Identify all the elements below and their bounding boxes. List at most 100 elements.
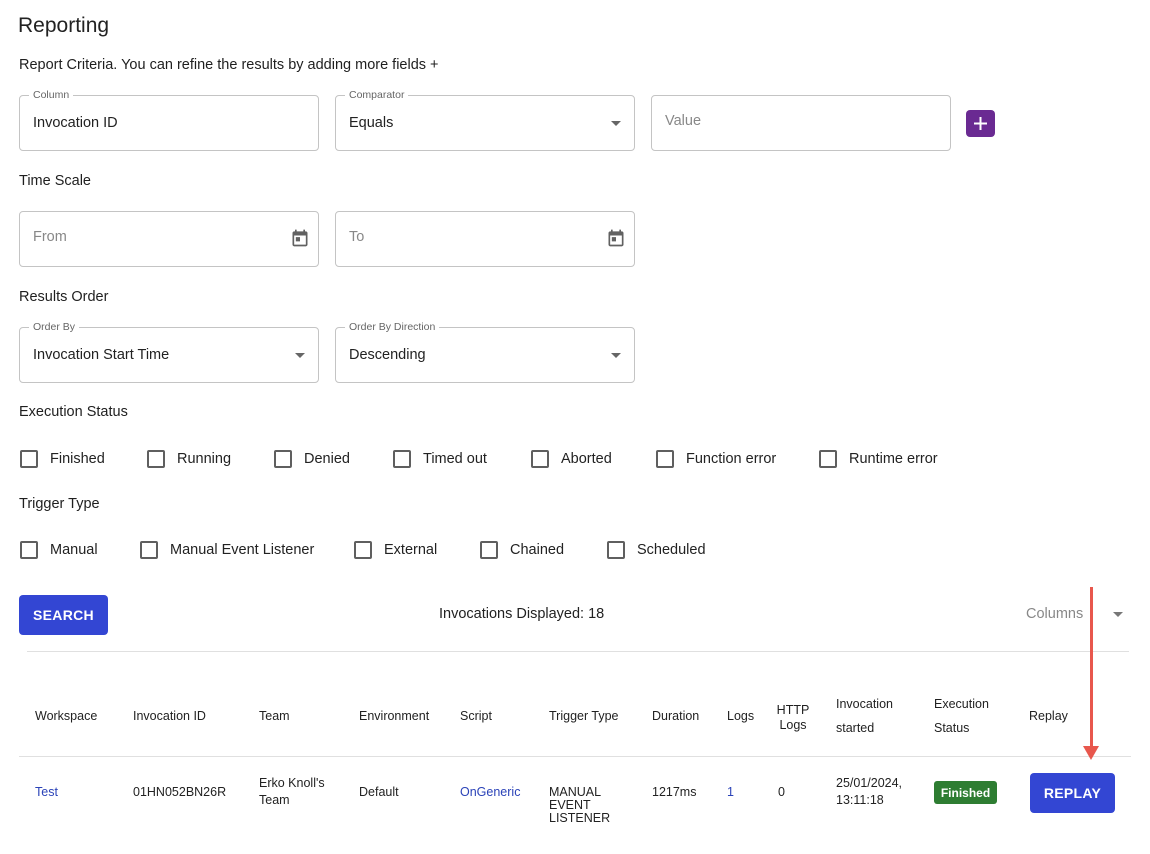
- column-select[interactable]: Column Invocation ID: [19, 89, 319, 151]
- calendar-icon[interactable]: [290, 228, 310, 248]
- chevron-down-icon: [611, 121, 621, 126]
- header-invocation-started-line2: started: [836, 721, 875, 735]
- replay-button[interactable]: REPLAY: [1030, 773, 1115, 813]
- checkbox-box[interactable]: [531, 450, 549, 468]
- header-execution-status-line1: Execution: [934, 697, 989, 711]
- header-execution-status: Execution Status: [934, 692, 989, 740]
- status-checkbox-aborted[interactable]: Aborted: [531, 450, 612, 468]
- trigger-checkbox-external[interactable]: External: [354, 541, 437, 559]
- cell-team: Erko Knoll's Team: [259, 777, 325, 807]
- column-label: Column: [29, 89, 74, 101]
- checkbox-box[interactable]: [354, 541, 372, 559]
- execution-status-heading: Execution Status: [19, 404, 128, 420]
- column-value: Invocation ID: [33, 115, 118, 131]
- header-invocation-started: Invocation started: [836, 692, 893, 740]
- checkbox-label: External: [384, 542, 438, 558]
- cell-trigger-type: MANUAL EVENT LISTENER: [549, 786, 610, 825]
- checkbox-box[interactable]: [147, 450, 165, 468]
- cell-duration: 1217ms: [652, 785, 697, 799]
- checkbox-box[interactable]: [656, 450, 674, 468]
- value-placeholder: Value: [665, 113, 702, 129]
- trigger-checkbox-manual-event-listener[interactable]: Manual Event Listener: [140, 541, 314, 559]
- order-by-value: Invocation Start Time: [33, 347, 170, 363]
- header-execution-status-line2: Status: [934, 721, 970, 735]
- columns-select[interactable]: Columns: [1026, 606, 1083, 622]
- header-script: Script: [460, 709, 492, 723]
- comparator-label: Comparator: [345, 89, 409, 101]
- chevron-down-icon: [611, 353, 621, 358]
- header-http-logs: HTTP Logs: [772, 703, 814, 733]
- header-duration: Duration: [652, 709, 700, 723]
- chevron-down-icon: [295, 353, 305, 358]
- order-by-label: Order By: [29, 321, 80, 333]
- cell-invocation-id: 01HN052BN26R: [133, 785, 227, 799]
- status-checkbox-timed-out[interactable]: Timed out: [393, 450, 487, 468]
- header-invocation-started-line1: Invocation: [836, 697, 893, 711]
- status-badge: Finished: [934, 781, 997, 804]
- cell-invocation-started: 25/01/2024, 13:11:18: [836, 777, 902, 807]
- cell-logs-link[interactable]: 1: [727, 786, 734, 799]
- header-invocation-id: Invocation ID: [133, 709, 206, 723]
- checkbox-label: Manual: [50, 542, 98, 558]
- checkbox-label: Function error: [686, 451, 777, 467]
- cell-http-logs: 0: [778, 785, 785, 799]
- invocations-count: Invocations Displayed: 18: [439, 606, 605, 622]
- chevron-down-icon[interactable]: [1113, 612, 1123, 617]
- calendar-icon[interactable]: [606, 228, 626, 248]
- checkbox-box[interactable]: [819, 450, 837, 468]
- status-checkbox-finished[interactable]: Finished: [20, 450, 105, 468]
- from-placeholder: From: [33, 229, 67, 245]
- status-checkbox-function-error[interactable]: Function error: [656, 450, 776, 468]
- trigger-checkbox-chained[interactable]: Chained: [480, 541, 564, 559]
- order-direction-label: Order By Direction: [345, 321, 440, 333]
- annotation-arrow-line: [1090, 587, 1093, 749]
- order-by-select[interactable]: Order By Invocation Start Time: [19, 321, 319, 383]
- trigger-checkbox-scheduled[interactable]: Scheduled: [607, 541, 706, 559]
- checkbox-label: Chained: [510, 542, 565, 558]
- comparator-value: Equals: [349, 115, 394, 131]
- results-order-heading: Results Order: [19, 289, 109, 305]
- cell-environment: Default: [359, 785, 399, 799]
- from-date-input[interactable]: From: [19, 211, 319, 267]
- checkbox-box[interactable]: [140, 541, 158, 559]
- cell-started-line2: 13:11:18: [836, 793, 884, 807]
- time-scale-heading: Time Scale: [19, 173, 91, 189]
- header-team: Team: [259, 709, 290, 723]
- status-checkbox-denied[interactable]: Denied: [274, 450, 350, 468]
- annotation-arrow-head-icon: [1083, 746, 1099, 760]
- checkbox-box[interactable]: [480, 541, 498, 559]
- checkbox-box[interactable]: [20, 450, 38, 468]
- status-checkbox-runtime-error[interactable]: Runtime error: [819, 450, 938, 468]
- checkbox-label: Timed out: [423, 451, 487, 467]
- checkbox-box[interactable]: [274, 450, 292, 468]
- header-divider: [19, 756, 1131, 757]
- value-input[interactable]: Value: [651, 95, 951, 151]
- trigger-type-heading: Trigger Type: [19, 496, 100, 512]
- cell-script-link[interactable]: OnGeneric: [460, 786, 520, 799]
- to-date-input[interactable]: To: [335, 211, 635, 267]
- checkbox-label: Runtime error: [849, 451, 938, 467]
- header-workspace: Workspace: [35, 709, 98, 723]
- cell-workspace-link[interactable]: Test: [35, 786, 58, 799]
- checkbox-label: Denied: [304, 451, 350, 467]
- checkbox-box[interactable]: [607, 541, 625, 559]
- checkbox-box[interactable]: [20, 541, 38, 559]
- order-direction-value: Descending: [349, 347, 426, 363]
- plus-icon: [974, 117, 987, 130]
- header-http-logs-line1: HTTP: [776, 703, 810, 717]
- checkbox-label: Running: [177, 451, 232, 467]
- cell-trigger-line3: LISTENER: [549, 811, 611, 825]
- header-logs: Logs: [727, 709, 755, 723]
- divider: [27, 651, 1129, 652]
- to-placeholder: To: [349, 229, 365, 245]
- cell-started-line1: 25/01/2024,: [836, 776, 903, 790]
- order-direction-select[interactable]: Order By Direction Descending: [335, 321, 635, 383]
- trigger-checkbox-manual[interactable]: Manual: [20, 541, 98, 559]
- header-environment: Environment: [359, 709, 430, 723]
- checkbox-label: Aborted: [561, 451, 612, 467]
- add-criteria-button[interactable]: [966, 110, 995, 137]
- search-button[interactable]: SEARCH: [19, 595, 108, 635]
- comparator-select[interactable]: Comparator Equals: [335, 89, 635, 151]
- checkbox-box[interactable]: [393, 450, 411, 468]
- status-checkbox-running[interactable]: Running: [147, 450, 231, 468]
